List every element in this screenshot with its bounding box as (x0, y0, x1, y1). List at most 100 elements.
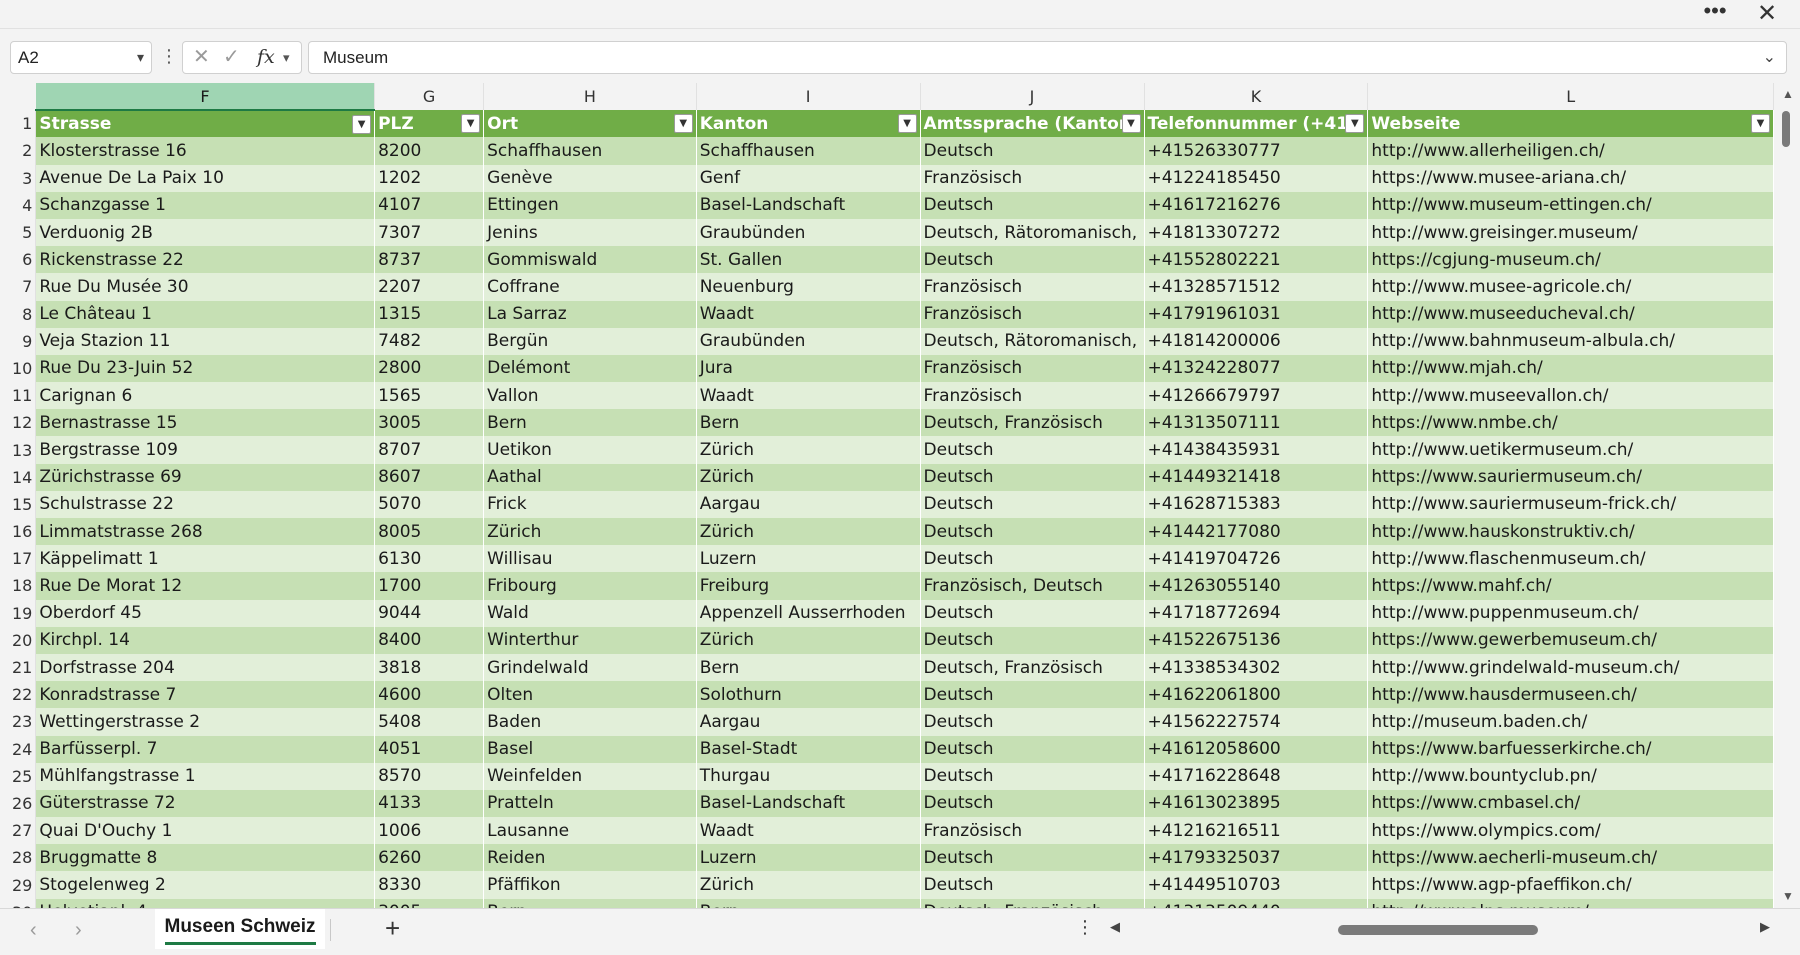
table-cell[interactable]: Zürich (483, 518, 697, 546)
filter-dropdown-icon[interactable]: ▼ (1751, 114, 1770, 134)
table-cell[interactable]: http://www.greisinger.museum/ (1367, 218, 1774, 247)
previous-sheet-icon[interactable]: ‹ (30, 919, 37, 942)
table-cell[interactable]: +41522675136 (1144, 626, 1369, 654)
row-header[interactable]: 28 (0, 844, 37, 872)
table-cell[interactable]: 3005 (374, 898, 485, 908)
column-header-g[interactable]: G (374, 83, 485, 111)
table-cell[interactable]: Winterthur (483, 626, 697, 654)
table-cell[interactable]: https://cgjung-museum.ch/ (1367, 246, 1774, 274)
horizontal-scroll-thumb[interactable] (1338, 925, 1538, 935)
row-header[interactable]: 6 (0, 246, 37, 274)
table-cell[interactable]: Schanzgasse 1 (35, 191, 376, 219)
more-options-icon[interactable]: ••• (1698, 0, 1732, 26)
horizontal-scrollbar[interactable]: ◀ ▶ (1110, 917, 1770, 943)
table-cell[interactable]: Basel-Stadt (696, 735, 921, 763)
table-cell[interactable]: Deutsch (920, 626, 1145, 654)
next-sheet-icon[interactable]: › (75, 919, 82, 942)
table-cell[interactable]: http://www.mjah.ch/ (1367, 354, 1774, 383)
filter-dropdown-icon[interactable]: ▼ (673, 114, 693, 134)
table-header-cell[interactable]: Kanton ▼ (696, 110, 921, 138)
row-header[interactable]: 9 (0, 327, 37, 355)
table-cell[interactable]: Französisch (920, 273, 1145, 301)
table-cell[interactable]: +41718772694 (1144, 599, 1369, 627)
table-cell[interactable]: Pratteln (483, 789, 697, 818)
filter-dropdown-icon[interactable]: ▼ (1345, 114, 1365, 134)
table-cell[interactable]: 8707 (374, 436, 485, 464)
table-cell[interactable]: Grindelwald (483, 653, 697, 682)
table-cell[interactable]: Lausanne (483, 817, 697, 845)
filter-dropdown-icon[interactable]: ▼ (1121, 114, 1141, 134)
table-cell[interactable]: Deutsch (920, 545, 1145, 573)
row-header[interactable]: 26 (0, 789, 37, 818)
table-cell[interactable]: Waadt (696, 300, 921, 328)
table-cell[interactable]: +41813307272 (1144, 218, 1369, 247)
table-cell[interactable]: https://www.aecherli-museum.ch/ (1367, 844, 1774, 872)
table-cell[interactable]: https://www.nmbe.ch/ (1367, 409, 1774, 437)
table-cell[interactable]: +41338534302 (1144, 653, 1369, 682)
table-cell[interactable]: Graubünden (696, 327, 921, 355)
table-cell[interactable]: Bern (696, 409, 921, 437)
table-cell[interactable]: Schaffhausen (696, 137, 921, 165)
vertical-scrollbar[interactable]: ▲ ▼ (1774, 83, 1800, 908)
table-cell[interactable]: Delémont (483, 354, 697, 383)
table-cell[interactable]: +41419704726 (1144, 545, 1369, 573)
table-cell[interactable]: Mühlfangstrasse 1 (35, 762, 376, 790)
table-cell[interactable]: La Sarraz (483, 300, 697, 328)
filter-dropdown-icon[interactable]: ▼ (897, 114, 917, 134)
row-header[interactable]: 2 (0, 137, 37, 165)
table-cell[interactable]: Jenins (483, 218, 697, 247)
table-cell[interactable]: Güterstrasse 72 (35, 789, 376, 818)
table-cell[interactable]: Avenue De La Paix 10 (35, 164, 376, 192)
table-cell[interactable]: Bern (696, 653, 921, 682)
table-cell[interactable]: Deutsch, Französisch (920, 653, 1145, 682)
table-cell[interactable]: Ettingen (483, 191, 697, 219)
column-header-f[interactable]: F (35, 83, 376, 112)
table-cell[interactable]: Rue De Morat 12 (35, 572, 376, 600)
table-cell[interactable]: Rue Du Musée 30 (35, 273, 376, 301)
table-cell[interactable]: Dorfstrasse 204 (35, 653, 376, 682)
table-cell[interactable]: +41449510703 (1144, 871, 1369, 899)
table-cell[interactable]: Basel (483, 735, 697, 763)
table-cell[interactable]: Vallon (483, 382, 697, 410)
table-cell[interactable]: 1315 (374, 300, 485, 328)
scroll-right-icon[interactable]: ▶ (1760, 919, 1770, 935)
confirm-entry-icon[interactable]: ✓ (223, 42, 240, 73)
table-cell[interactable]: http://www.puppenmuseum.ch/ (1367, 599, 1774, 627)
table-cell[interactable]: +41562227574 (1144, 708, 1369, 736)
add-sheet-icon[interactable]: + (385, 913, 400, 944)
table-cell[interactable]: +41442177080 (1144, 518, 1369, 546)
row-header[interactable]: 29 (0, 871, 37, 899)
table-cell[interactable]: Carignan 6 (35, 382, 376, 410)
table-cell[interactable]: Deutsch (920, 871, 1145, 899)
table-cell[interactable]: Reiden (483, 844, 697, 872)
table-cell[interactable]: https://www.gewerbemuseum.ch/ (1367, 626, 1774, 654)
table-cell[interactable]: Deutsch (920, 137, 1145, 165)
table-cell[interactable]: Helvetiapl. 4 (35, 898, 376, 908)
table-cell[interactable]: Deutsch (920, 191, 1145, 219)
scroll-down-icon[interactable]: ▼ (1782, 889, 1794, 903)
table-cell[interactable]: 4051 (374, 735, 485, 763)
table-cell[interactable]: Bern (483, 898, 697, 908)
table-cell[interactable]: Deutsch (920, 681, 1145, 709)
table-cell[interactable]: Aargau (696, 490, 921, 518)
table-header-cell[interactable]: Strasse ▼ (35, 110, 376, 138)
table-cell[interactable]: Deutsch (920, 599, 1145, 627)
table-cell[interactable]: http://www.bountyclub.pn/ (1367, 762, 1774, 790)
table-cell[interactable]: http://www.bahnmuseum-albula.ch/ (1367, 327, 1774, 355)
table-cell[interactable]: +41791961031 (1144, 300, 1369, 328)
table-cell[interactable]: Deutsch (920, 246, 1145, 274)
column-header-h[interactable]: H (483, 83, 697, 111)
table-cell[interactable]: Veja Stazion 11 (35, 327, 376, 355)
table-cell[interactable]: Graubünden (696, 218, 921, 247)
table-cell[interactable]: 5070 (374, 490, 485, 518)
table-cell[interactable]: 7307 (374, 218, 485, 247)
table-cell[interactable]: Olten (483, 681, 697, 709)
table-cell[interactable]: +41613023895 (1144, 789, 1369, 818)
table-cell[interactable]: Oberdorf 45 (35, 599, 376, 627)
table-cell[interactable]: 1006 (374, 817, 485, 845)
row-header[interactable]: 14 (0, 463, 37, 491)
row-header[interactable]: 10 (0, 354, 37, 383)
table-cell[interactable]: Deutsch, Französisch (920, 409, 1145, 437)
table-cell[interactable]: 4107 (374, 191, 485, 219)
row-header[interactable]: 16 (0, 518, 37, 546)
